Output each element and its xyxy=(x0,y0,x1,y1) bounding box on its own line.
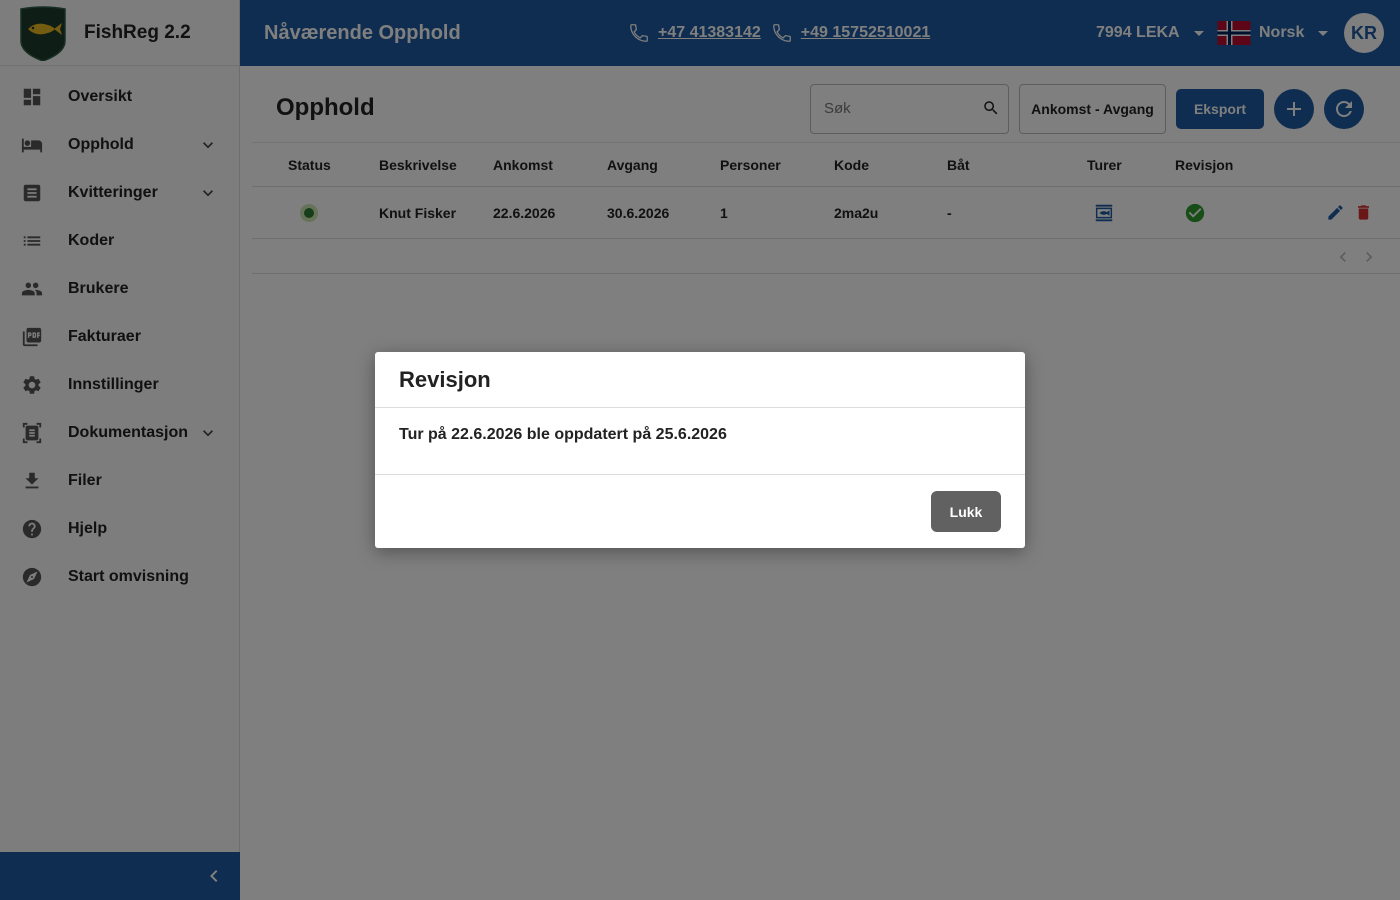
dialog-title: Revisjon xyxy=(375,352,1025,408)
revision-dialog: Revisjon Tur på 22.6.2026 ble oppdatert … xyxy=(375,352,1025,548)
close-button[interactable]: Lukk xyxy=(931,491,1001,532)
dialog-message: Tur på 22.6.2026 ble oppdatert på 25.6.2… xyxy=(375,408,1025,475)
dialog-footer: Lukk xyxy=(375,475,1025,548)
